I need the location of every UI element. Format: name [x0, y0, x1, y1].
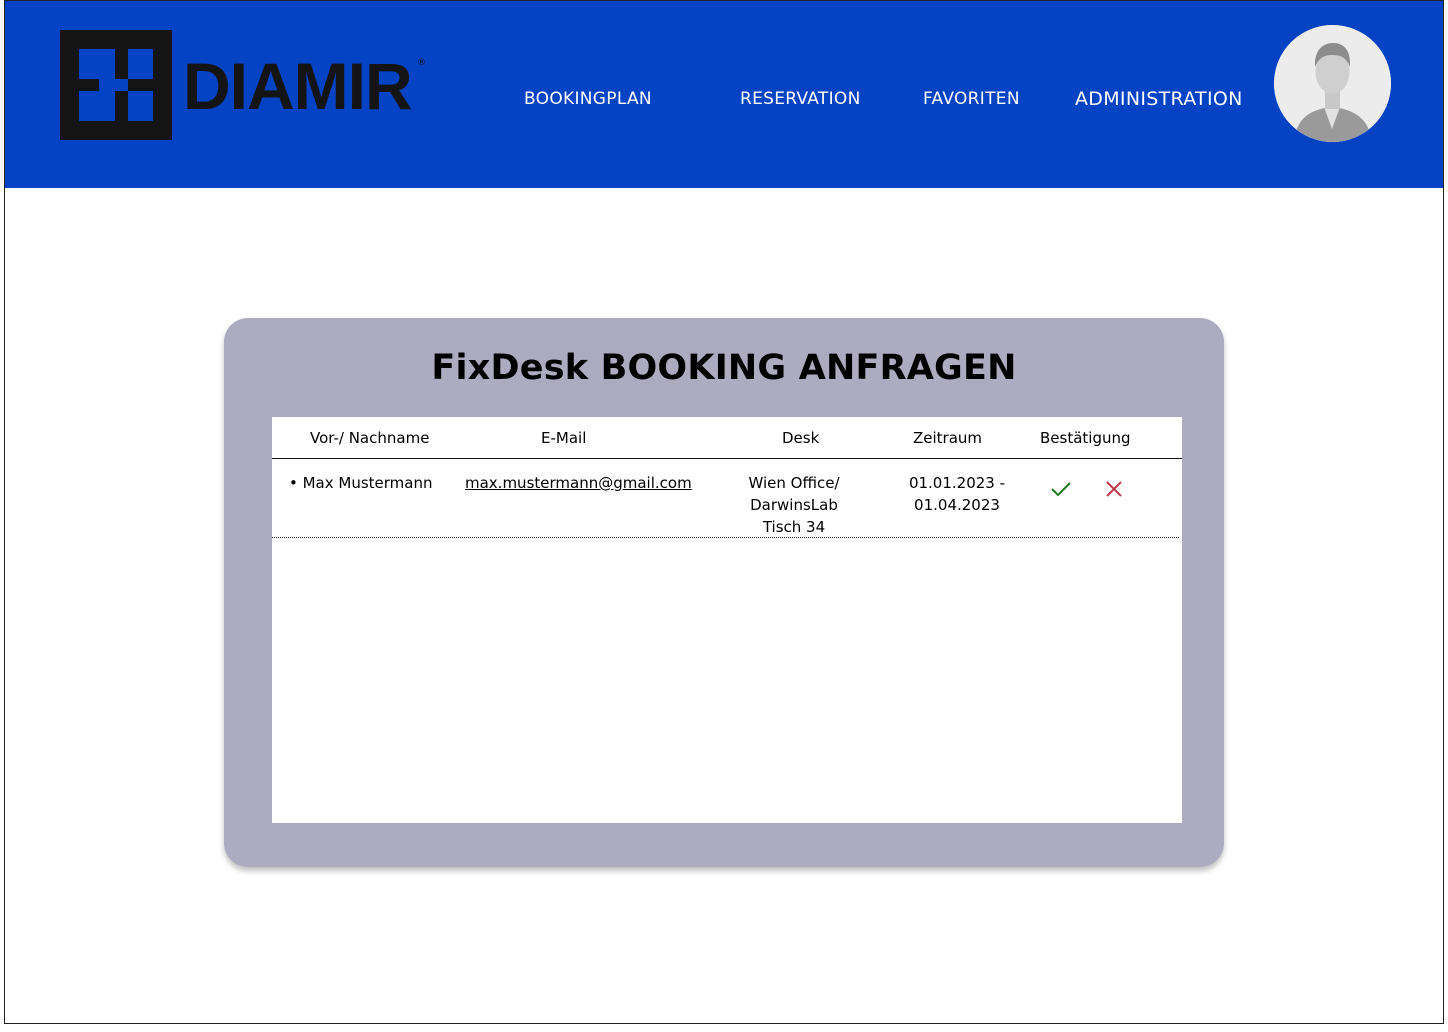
nav-bookingplan[interactable]: BOOKINGPLAN: [524, 89, 652, 109]
top-header: DIAMIR ® BOOKINGPLAN RESERVATION FAVORIT…: [5, 1, 1443, 188]
nav-administration[interactable]: ADMINISTRATION: [1075, 88, 1243, 110]
column-header-email: E-Mail: [541, 429, 587, 447]
row-email-link[interactable]: max.mustermann@gmail.com: [465, 472, 692, 494]
column-header-zeitraum: Zeitraum: [913, 429, 983, 447]
column-header-desk: Desk: [782, 429, 820, 447]
app-frame: DIAMIR ® BOOKINGPLAN RESERVATION FAVORIT…: [4, 0, 1444, 1024]
row-desk-line: Tisch 34: [762, 518, 826, 536]
nav-favoriten[interactable]: FAVORITEN: [923, 89, 1020, 109]
booking-requests-panel: FixDesk BOOKING ANFRAGEN Vor-/ Nachname …: [224, 318, 1224, 867]
brand-wordmark: DIAMIR: [183, 49, 413, 123]
header-divider: [272, 458, 1182, 459]
row-zeitraum-start: 01.01.2023 -: [908, 474, 1006, 492]
diamir-logo-icon: [60, 30, 172, 140]
reject-close-icon[interactable]: [1104, 479, 1124, 499]
column-header-name: Vor-/ Nachname: [310, 429, 430, 447]
row-desk-line: DarwinsLab: [750, 496, 838, 514]
row-zeitraum-end: 01.04.2023: [914, 496, 1000, 514]
row-divider: [272, 537, 1179, 538]
row-zeitraum: 01.01.2023 - 01.04.2023: [892, 472, 1022, 516]
panel-title: FixDesk BOOKING ANFRAGEN: [431, 348, 1017, 388]
row-desk-line: Wien Office/: [748, 474, 840, 492]
user-avatar-icon: [1274, 25, 1391, 142]
user-avatar[interactable]: [1274, 25, 1391, 142]
accept-checkmark-icon[interactable]: [1050, 480, 1072, 498]
nav-reservation[interactable]: RESERVATION: [740, 89, 861, 109]
registered-mark: ®: [417, 58, 426, 68]
column-header-bestaetigung: Bestätigung: [1040, 429, 1131, 447]
requests-table: Vor-/ Nachname E-Mail Desk Zeitraum Best…: [272, 417, 1182, 823]
row-desk: Wien Office/ DarwinsLab Tisch 34: [734, 472, 854, 538]
row-name: • Max Mustermann: [289, 474, 433, 492]
